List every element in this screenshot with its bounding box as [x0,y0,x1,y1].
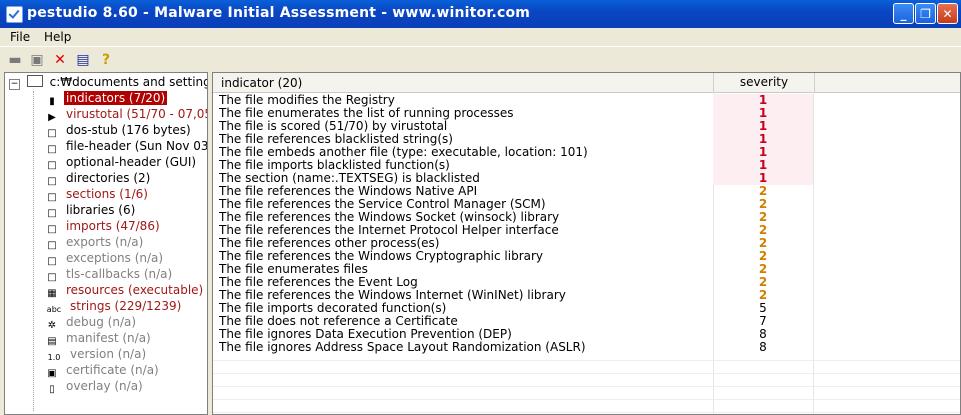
collapse-icon[interactable]: − [9,79,20,90]
computer-icon [26,75,43,87]
tree-item-label: sections (1/6) [66,187,148,201]
tree-item-label: libraries (6) [66,203,136,217]
close-button[interactable]: ✕ [937,3,958,24]
tree-item-label: directories (2) [66,171,151,185]
save-icon[interactable]: ▣ [29,52,45,68]
menu-help[interactable]: Help [44,30,71,44]
tree-item-label: resources (executable) [66,283,204,297]
tree-item-label: manifest (n/a) [66,331,151,345]
delete-icon[interactable]: ✕ [52,52,68,68]
tree-item[interactable]: □ file-header (Sun Nov 03 [46,139,208,155]
tree-item-label: exports (n/a) [66,235,144,249]
app-icon[interactable] [6,6,23,23]
tree-item-label: debug (n/a) [66,315,137,329]
tree-item[interactable]: □ libraries (6) [46,203,137,219]
tree-item-label: exceptions (n/a) [66,251,164,265]
severity-cell: 8 [759,340,767,354]
list-icon[interactable]: ▤ [75,52,91,68]
tree-line [33,91,34,411]
tree-item-label: version (n/a) [70,347,147,361]
menu-file[interactable]: File [10,30,30,44]
page-icon: ▯ [49,384,55,395]
window-title: pestudio 8.60 - Malware Initial Assessme… [27,5,531,21]
tree-item[interactable]: □ imports (47/86) [46,219,162,235]
tree-item[interactable]: □ exceptions (n/a) [46,251,165,267]
tree-item[interactable]: 1.0 version (n/a) [46,347,148,363]
indicator-cell: The file ignores Address Space Layout Ra… [219,340,586,354]
indicators-table[interactable]: indicator (20) severity The file modifie… [212,72,961,415]
menu-bar: File Help [0,28,961,46]
maximize-button[interactable]: ❐ [915,3,936,24]
tree-item[interactable]: ▯ overlay (n/a) [46,379,145,395]
tree-item[interactable]: ▤ manifest (n/a) [46,331,153,347]
open-folder-icon[interactable]: ▬ [7,52,23,68]
minimize-button[interactable]: _ [893,3,914,24]
tree-item[interactable]: ▦ resources (executable) [46,283,205,299]
grid-line [213,412,960,413]
tree-item[interactable]: □ sections (1/6) [46,187,150,203]
tree-item-label: file-header (Sun Nov 03 [66,139,208,153]
title-bar[interactable]: pestudio 8.60 - Malware Initial Assessme… [0,0,961,28]
tree-item[interactable]: □ optional-header (GUI) [46,155,198,171]
app-window: pestudio 8.60 - Malware Initial Assessme… [0,0,961,415]
grid-line [213,386,960,387]
tree-item-label: tls-callbacks (n/a) [66,267,173,281]
tree-item-label: optional-header (GUI) [66,155,197,169]
tree-item[interactable]: □ directories (2) [46,171,152,187]
tree-item-label: imports (47/86) [66,219,160,233]
tree-item-label: certificate (n/a) [66,363,159,377]
tree-item[interactable]: ▶ virustotal (51/70 - 07,05,2 [46,107,208,123]
tree-item[interactable]: abc strings (229/1239) [46,299,183,315]
tree-item-label: strings (229/1239) [70,299,182,313]
tree-item[interactable]: ✲ debug (n/a) [46,315,138,331]
tree-root[interactable]: − c:₩documents and settings [9,75,208,91]
tree-item[interactable]: □ dos-stub (176 bytes) [46,123,193,139]
tree-item[interactable]: □ tls-callbacks (n/a) [46,267,174,283]
tree-item[interactable]: □ exports (n/a) [46,235,145,251]
header-severity[interactable]: severity [713,73,815,92]
toolbar: ▬ ▣ ✕ ▤ ? [0,46,961,73]
table-row[interactable]: The file ignores Address Space Layout Ra… [213,341,960,354]
tree-item-label: virustotal (51/70 - 07,05,2 [66,107,208,121]
tree-panel[interactable]: − c:₩documents and settings ▮ indicators … [4,72,208,415]
tree-item-label: dos-stub (176 bytes) [66,123,191,137]
tree-item-label: overlay (n/a) [66,379,143,393]
grid-line [213,360,960,361]
grid-line [213,373,960,374]
tree-item[interactable]: ▣ certificate (n/a) [46,363,161,379]
grid-line [213,399,960,400]
tree-item[interactable]: ▮ indicators (7/20) [46,91,168,107]
tree-item-label: indicators (7/20) [64,91,168,105]
header-indicator[interactable]: indicator (20) [221,76,302,90]
table-header: indicator (20) severity [213,73,960,93]
help-icon[interactable]: ? [98,52,114,68]
tree-root-label: c:₩documents and settings [49,75,208,89]
